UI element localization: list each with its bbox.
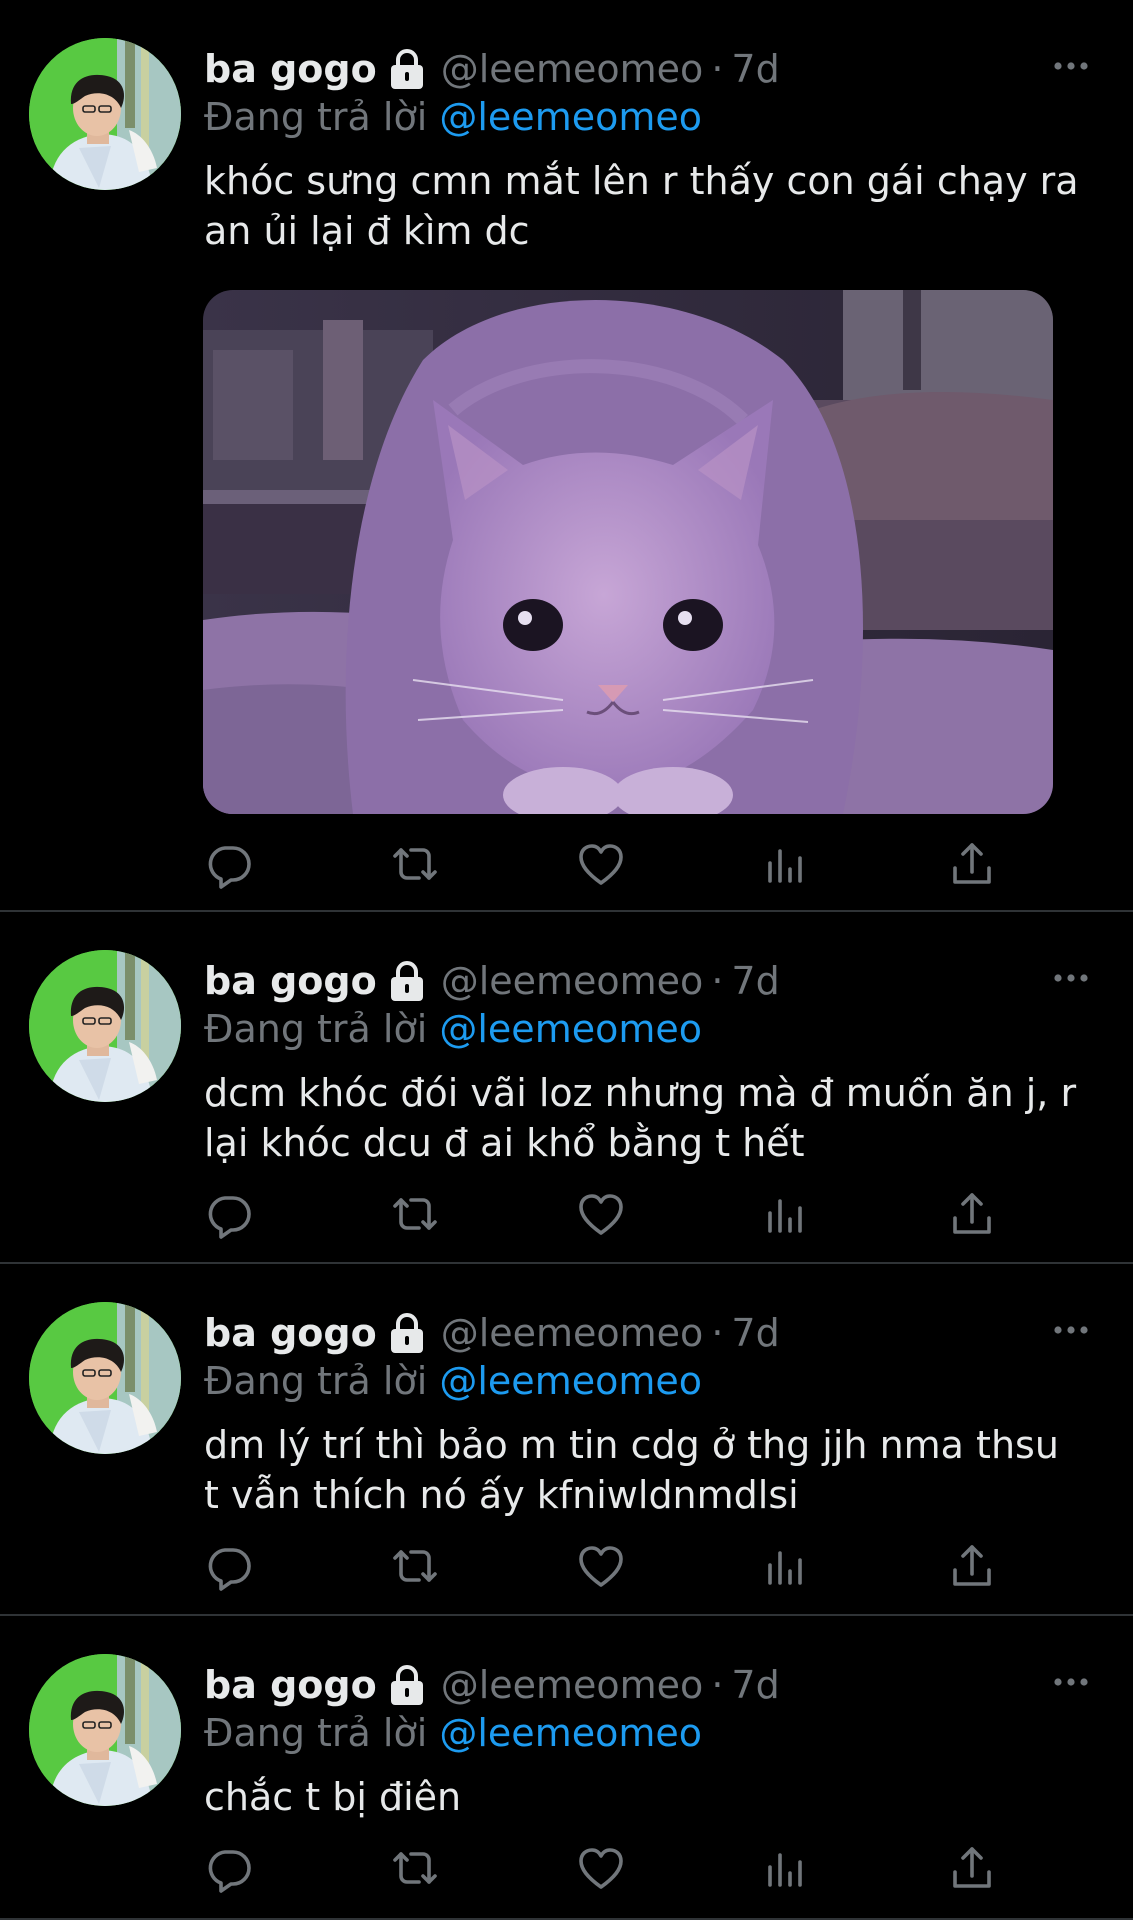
action-bar: [0, 1186, 1133, 1242]
more-icon[interactable]: [1051, 968, 1091, 988]
reply-icon[interactable]: [201, 1840, 257, 1896]
views-icon[interactable]: [759, 1538, 815, 1594]
display-name[interactable]: ba gogo: [204, 956, 377, 1006]
more-icon[interactable]: [1051, 1672, 1091, 1692]
avatar[interactable]: [29, 38, 181, 190]
action-bar: [0, 836, 1133, 892]
replying-to: Đang trả lời @leemeomeo: [204, 1004, 702, 1054]
tweet-header: ba gogo @leemeomeo · 7d: [204, 1660, 1093, 1710]
replying-prefix: Đang trả lời: [204, 95, 428, 139]
timestamp[interactable]: 7d: [731, 44, 779, 94]
handle[interactable]: @leemeomeo: [441, 1660, 704, 1710]
tweet-header: ba gogo @leemeomeo · 7d: [204, 1308, 1093, 1358]
share-icon[interactable]: [944, 1840, 1000, 1896]
avatar[interactable]: [29, 1302, 181, 1454]
replying-to: Đang trả lời @leemeomeo: [204, 1356, 702, 1406]
display-name[interactable]: ba gogo: [204, 1660, 377, 1710]
lock-icon: [387, 959, 427, 1003]
display-name[interactable]: ba gogo: [204, 44, 377, 94]
avatar[interactable]: [29, 1654, 181, 1806]
heart-icon[interactable]: [573, 836, 629, 892]
tweet-text: dm lý trí thì bảo m tin cdg ở thg jjh nm…: [204, 1423, 1059, 1517]
heart-icon[interactable]: [573, 1186, 629, 1242]
handle[interactable]: @leemeomeo: [441, 44, 704, 94]
timestamp[interactable]: 7d: [731, 1308, 779, 1358]
handle[interactable]: @leemeomeo: [441, 956, 704, 1006]
share-icon[interactable]: [944, 1186, 1000, 1242]
handle[interactable]: @leemeomeo: [441, 1308, 704, 1358]
display-name[interactable]: ba gogo: [204, 1308, 377, 1358]
heart-icon[interactable]: [573, 1840, 629, 1896]
avatar[interactable]: [29, 950, 181, 1102]
more-icon[interactable]: [1051, 1320, 1091, 1340]
more-icon[interactable]: [1051, 56, 1091, 76]
lock-icon: [387, 1311, 427, 1355]
tweet-text: khóc sưng cmn mắt lên r thấy con gái chạ…: [204, 159, 1079, 253]
replying-prefix: Đang trả lời: [204, 1359, 428, 1403]
timestamp[interactable]: 7d: [731, 1660, 779, 1710]
tweet-text: dcm khóc đói vãi loz nhưng mà đ muốn ăn …: [204, 1071, 1077, 1165]
mention-link[interactable]: @leemeomeo: [439, 1359, 702, 1403]
mention-link[interactable]: @leemeomeo: [439, 1711, 702, 1755]
separator: ·: [711, 47, 724, 91]
tweet-header: ba gogo @leemeomeo · 7d: [204, 44, 1093, 94]
mention-link[interactable]: @leemeomeo: [439, 1007, 702, 1051]
timestamp[interactable]: 7d: [731, 956, 779, 1006]
retweet-icon[interactable]: [387, 1538, 443, 1594]
separator: ·: [711, 959, 724, 1003]
replying-to: Đang trả lời @leemeomeo: [204, 92, 702, 142]
replying-prefix: Đang trả lời: [204, 1711, 428, 1755]
tweet-text: chắc t bị điên: [204, 1775, 462, 1819]
reply-icon[interactable]: [201, 836, 257, 892]
replying-prefix: Đang trả lời: [204, 1007, 428, 1051]
mention-link[interactable]: @leemeomeo: [439, 95, 702, 139]
views-icon[interactable]: [759, 836, 815, 892]
lock-icon: [387, 1663, 427, 1707]
tweet[interactable]: ba gogo @leemeomeo · 7d Đang trả lời @le…: [0, 912, 1133, 1264]
share-icon[interactable]: [944, 1538, 1000, 1594]
retweet-icon[interactable]: [387, 1186, 443, 1242]
separator: ·: [711, 1311, 724, 1355]
lock-icon: [387, 47, 427, 91]
action-bar: [0, 1538, 1133, 1594]
share-icon[interactable]: [944, 836, 1000, 892]
tweet-image[interactable]: [203, 290, 1053, 814]
retweet-icon[interactable]: [387, 836, 443, 892]
heart-icon[interactable]: [573, 1538, 629, 1594]
views-icon[interactable]: [759, 1840, 815, 1896]
tweet[interactable]: ba gogo @leemeomeo · 7d Đang trả lời @le…: [0, 1264, 1133, 1616]
retweet-icon[interactable]: [387, 1840, 443, 1896]
tweet[interactable]: ba gogo @leemeomeo · 7d Đang trả lời @le…: [0, 0, 1133, 912]
replying-to: Đang trả lời @leemeomeo: [204, 1708, 702, 1758]
views-icon[interactable]: [759, 1186, 815, 1242]
tweet-header: ba gogo @leemeomeo · 7d: [204, 956, 1093, 1006]
tweet[interactable]: ba gogo @leemeomeo · 7d Đang trả lời @le…: [0, 1616, 1133, 1920]
separator: ·: [711, 1663, 724, 1707]
reply-icon[interactable]: [201, 1186, 257, 1242]
timeline: ba gogo @leemeomeo · 7d Đang trả lời @le…: [0, 0, 1133, 1920]
action-bar: [0, 1840, 1133, 1896]
reply-icon[interactable]: [201, 1538, 257, 1594]
